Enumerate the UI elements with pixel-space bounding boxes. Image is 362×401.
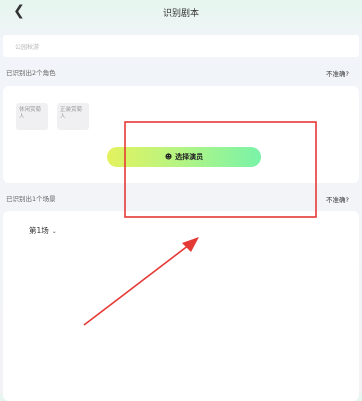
scene-label: 第1场: [29, 226, 49, 235]
select-actor-button[interactable]: ☻ 选择演员: [107, 147, 261, 167]
roles-count-label: 已识别出2个角色: [6, 69, 56, 77]
scenes-count-label: 已识别出1个场景: [6, 195, 56, 203]
roles-card: [3, 86, 359, 183]
role-card-2[interactable]: 正装赏菊人: [57, 103, 89, 130]
smiley-icon: ☻: [164, 153, 173, 161]
page-title: 识别剧本: [162, 9, 199, 19]
chevron-down-icon: ⌄: [51, 228, 57, 235]
scene-selector[interactable]: 第1场 ⌄: [29, 225, 57, 236]
select-actor-label: 选择演员: [175, 153, 204, 161]
header-bar: ❮ 识别剧本: [0, 0, 362, 28]
search-field[interactable]: 公园秋游: [3, 35, 359, 57]
role-card-1[interactable]: 休闲赏菊人: [16, 103, 48, 130]
search-placeholder: 公园秋游: [15, 44, 40, 51]
scenes-card: [3, 211, 359, 401]
roles-inaccurate-link[interactable]: 不准确?: [326, 68, 349, 78]
scenes-inaccurate-link[interactable]: 不准确?: [326, 194, 349, 204]
